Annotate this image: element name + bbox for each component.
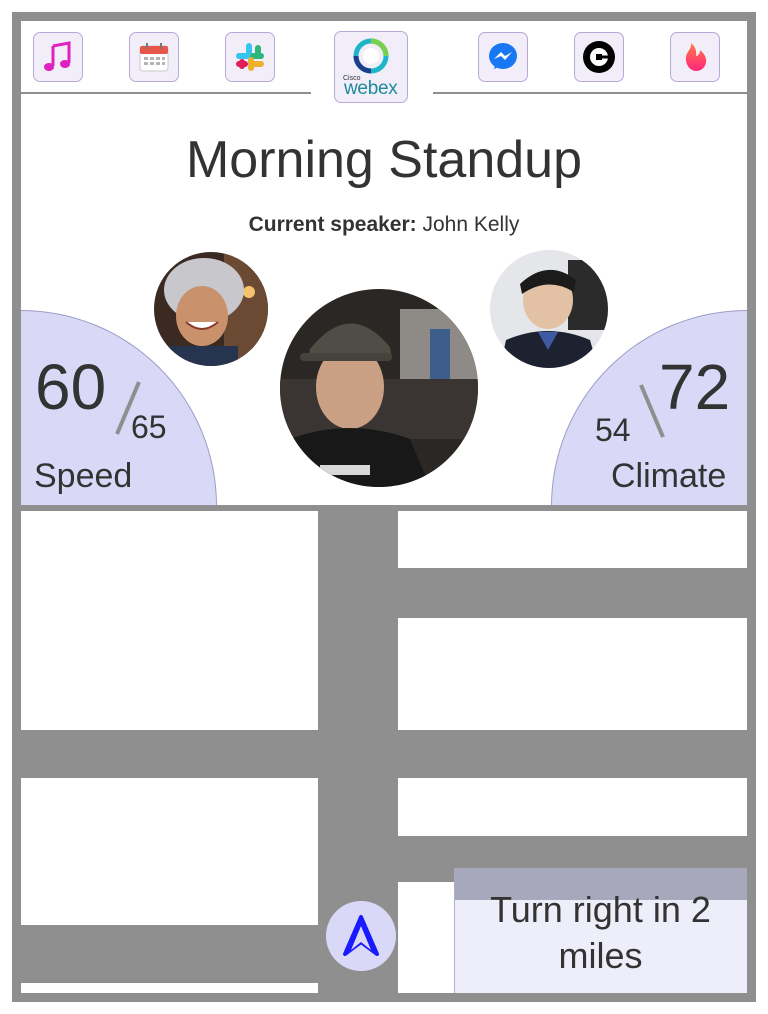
slack-app-button[interactable] bbox=[225, 32, 275, 82]
webex-icon bbox=[353, 38, 389, 74]
speed-limit: 65 bbox=[131, 409, 167, 445]
participant-avatar-left[interactable] bbox=[154, 252, 268, 366]
calendar-icon bbox=[139, 43, 169, 72]
uber-app-button[interactable] bbox=[574, 32, 624, 82]
participant-photo-left bbox=[154, 252, 268, 366]
app-bar-divider-right bbox=[433, 92, 747, 94]
participant-avatar-right[interactable] bbox=[490, 250, 608, 368]
participant-avatar-center[interactable] bbox=[280, 289, 478, 487]
current-speaker-name: John Kelly bbox=[422, 213, 520, 236]
participant-photo-center bbox=[280, 289, 478, 487]
slack-icon bbox=[236, 43, 264, 71]
participant-photo-right bbox=[490, 250, 608, 368]
speed-current: 60 bbox=[35, 351, 107, 423]
calendar-app-button[interactable] bbox=[129, 32, 179, 82]
tinder-app-button[interactable] bbox=[670, 32, 720, 82]
navigation-arrow-icon bbox=[343, 915, 379, 956]
map-road-lower-left bbox=[21, 925, 318, 983]
meeting-title: Morning Standup bbox=[185, 131, 583, 189]
speed-label: Speed bbox=[34, 457, 133, 495]
music-icon bbox=[44, 41, 71, 71]
turn-instruction-text: Turn right in 2 miles bbox=[490, 889, 711, 976]
climate-label: Climate bbox=[611, 457, 727, 495]
webex-app-button[interactable]: Cisco webex bbox=[334, 31, 408, 103]
current-location-marker bbox=[326, 901, 396, 971]
messenger-app-button[interactable] bbox=[478, 32, 528, 82]
map-road-middle bbox=[21, 730, 747, 778]
webex-wordmark: webex bbox=[344, 78, 398, 99]
music-app-button[interactable] bbox=[33, 32, 83, 82]
tinder-icon bbox=[685, 43, 707, 71]
uber-icon bbox=[583, 41, 615, 73]
current-speaker-label: Current speaker: bbox=[248, 213, 417, 236]
climate-set: 72 bbox=[659, 351, 731, 423]
map-road-upper-right bbox=[398, 568, 747, 618]
climate-current: 54 bbox=[595, 412, 631, 448]
messenger-icon bbox=[489, 43, 517, 69]
dashboard-frame: Cisco webex Morning Standup Current spea… bbox=[12, 12, 756, 1002]
current-speaker: Current speaker: John Kelly bbox=[21, 213, 747, 237]
app-bar-divider-left bbox=[21, 92, 311, 94]
